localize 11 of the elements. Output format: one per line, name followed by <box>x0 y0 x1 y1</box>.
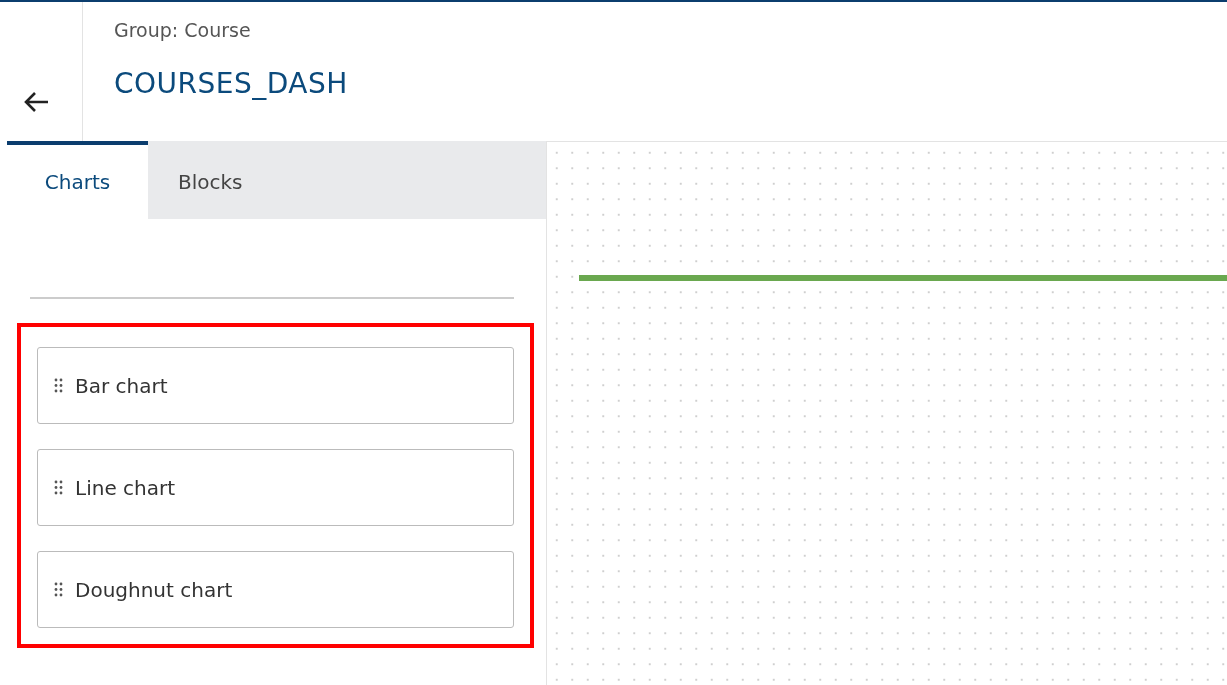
chart-type-item[interactable]: Bar chart <box>37 347 514 424</box>
drag-handle-icon <box>54 582 63 597</box>
tab[interactable]: Charts <box>7 141 148 219</box>
chart-type-item[interactable]: Doughnut chart <box>37 551 514 628</box>
chart-type-item[interactable]: Line chart <box>37 449 514 526</box>
drag-handle-icon <box>54 378 63 393</box>
back-button[interactable] <box>23 91 49 113</box>
drag-handle-icon <box>54 480 63 495</box>
page-title: COURSES_DASH <box>114 67 348 100</box>
back-arrow-icon <box>23 91 49 113</box>
group-label: Group: Course <box>114 19 252 41</box>
